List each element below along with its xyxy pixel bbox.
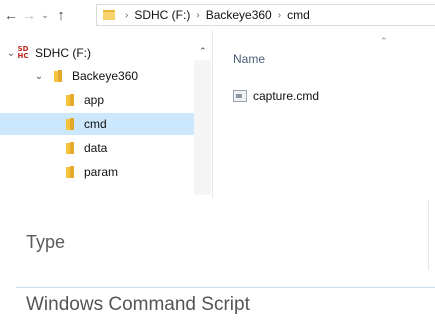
breadcrumb-backeye360[interactable]: Backeye360 xyxy=(206,8,272,22)
breadcrumb-drive[interactable]: SDHC (F:) xyxy=(134,8,190,22)
folder-icon xyxy=(64,118,76,130)
folder-icon xyxy=(52,70,64,82)
list-item[interactable]: capture.cmd xyxy=(233,86,319,106)
sd-card-icon: SD HC xyxy=(17,45,29,60)
folder-icon xyxy=(64,94,76,106)
tree-item-drive[interactable]: ⌄ SD HC SDHC (F:) xyxy=(6,42,91,64)
breadcrumb-cmd[interactable]: cmd xyxy=(287,8,310,22)
folder-icon xyxy=(103,10,115,20)
pane-divider[interactable] xyxy=(212,30,213,198)
details-value: Windows Command Script xyxy=(26,294,250,315)
tree-scrollbar[interactable] xyxy=(194,60,211,195)
sort-ascending-icon: ⌃ xyxy=(380,36,388,46)
tree-item-label: Backeye360 xyxy=(72,69,139,83)
chevron-down-icon[interactable]: ⌄ xyxy=(6,48,16,59)
navigation-tree: ⌄ SD HC SDHC (F:) ⌄ Backeye360 app cmd da… xyxy=(0,38,212,198)
chevron-right-icon[interactable]: › xyxy=(196,10,199,21)
forward-arrow-icon[interactable]: → xyxy=(20,4,38,26)
chevron-right-icon[interactable]: › xyxy=(125,10,128,21)
tree-item-app[interactable]: app xyxy=(64,89,204,111)
tree-item-data[interactable]: data xyxy=(64,137,204,159)
chevron-down-icon[interactable]: ⌄ xyxy=(38,4,52,26)
divider xyxy=(16,287,435,288)
tree-item-label: data xyxy=(84,141,108,155)
up-arrow-icon[interactable]: ↑ xyxy=(52,4,70,26)
file-name: capture.cmd xyxy=(253,89,320,103)
pane-divider xyxy=(428,200,429,270)
tree-item-backeye360[interactable]: ⌄ Backeye360 xyxy=(34,65,138,87)
details-label: Type xyxy=(26,232,66,252)
tree-item-label: cmd xyxy=(84,117,107,131)
chevron-down-icon[interactable]: ⌄ xyxy=(34,71,44,82)
tree-item-label: SDHC (F:) xyxy=(35,46,91,60)
address-bar[interactable]: › SDHC (F:) › Backeye360 › cmd xyxy=(96,4,435,26)
tree-item-label: app xyxy=(84,93,105,107)
tree-item-param[interactable]: param xyxy=(64,161,204,183)
cmd-file-icon xyxy=(233,90,247,102)
column-header-name[interactable]: Name xyxy=(233,52,265,66)
tree-item-cmd[interactable]: cmd xyxy=(0,113,194,135)
folder-icon xyxy=(64,142,76,154)
back-arrow-icon[interactable]: ← xyxy=(2,4,20,26)
folder-icon xyxy=(64,166,76,178)
chevron-right-icon[interactable]: › xyxy=(278,10,281,21)
scroll-up-icon[interactable]: ⌃ xyxy=(199,46,207,57)
tree-item-label: param xyxy=(84,165,119,179)
